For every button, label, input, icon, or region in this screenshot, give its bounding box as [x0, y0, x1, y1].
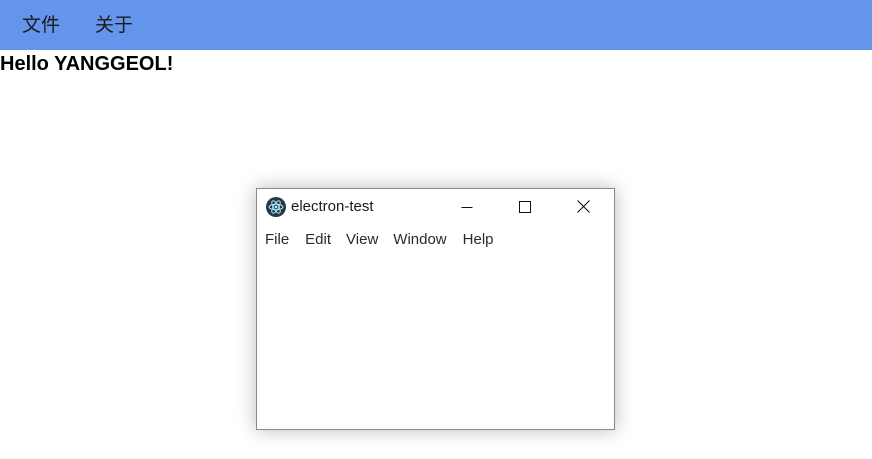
maximize-button[interactable] — [502, 189, 548, 225]
close-button[interactable] — [560, 189, 606, 225]
greeting-heading: Hello YANGGEOL! — [0, 53, 174, 75]
menu-help[interactable]: Help — [463, 227, 494, 253]
electron-atom-icon — [266, 197, 286, 217]
close-icon — [576, 198, 590, 217]
minimize-button[interactable] — [444, 189, 490, 225]
menu-item-about-cn[interactable]: 关于 — [95, 0, 133, 50]
window-titlebar[interactable]: electron-test — [257, 189, 614, 225]
menu-window[interactable]: Window — [393, 227, 446, 253]
electron-window: electron-test File Edit View Window Help — [256, 188, 615, 430]
maximize-icon — [519, 198, 531, 217]
top-menubar: 文件 关于 — [0, 0, 872, 50]
menu-item-file-cn[interactable]: 文件 — [22, 0, 60, 50]
menu-file[interactable]: File — [265, 227, 289, 253]
menu-view[interactable]: View — [346, 227, 378, 253]
window-title: electron-test — [291, 198, 374, 215]
menu-edit[interactable]: Edit — [305, 227, 331, 253]
minimize-icon — [461, 198, 473, 217]
window-menubar: File Edit View Window Help — [257, 227, 494, 253]
